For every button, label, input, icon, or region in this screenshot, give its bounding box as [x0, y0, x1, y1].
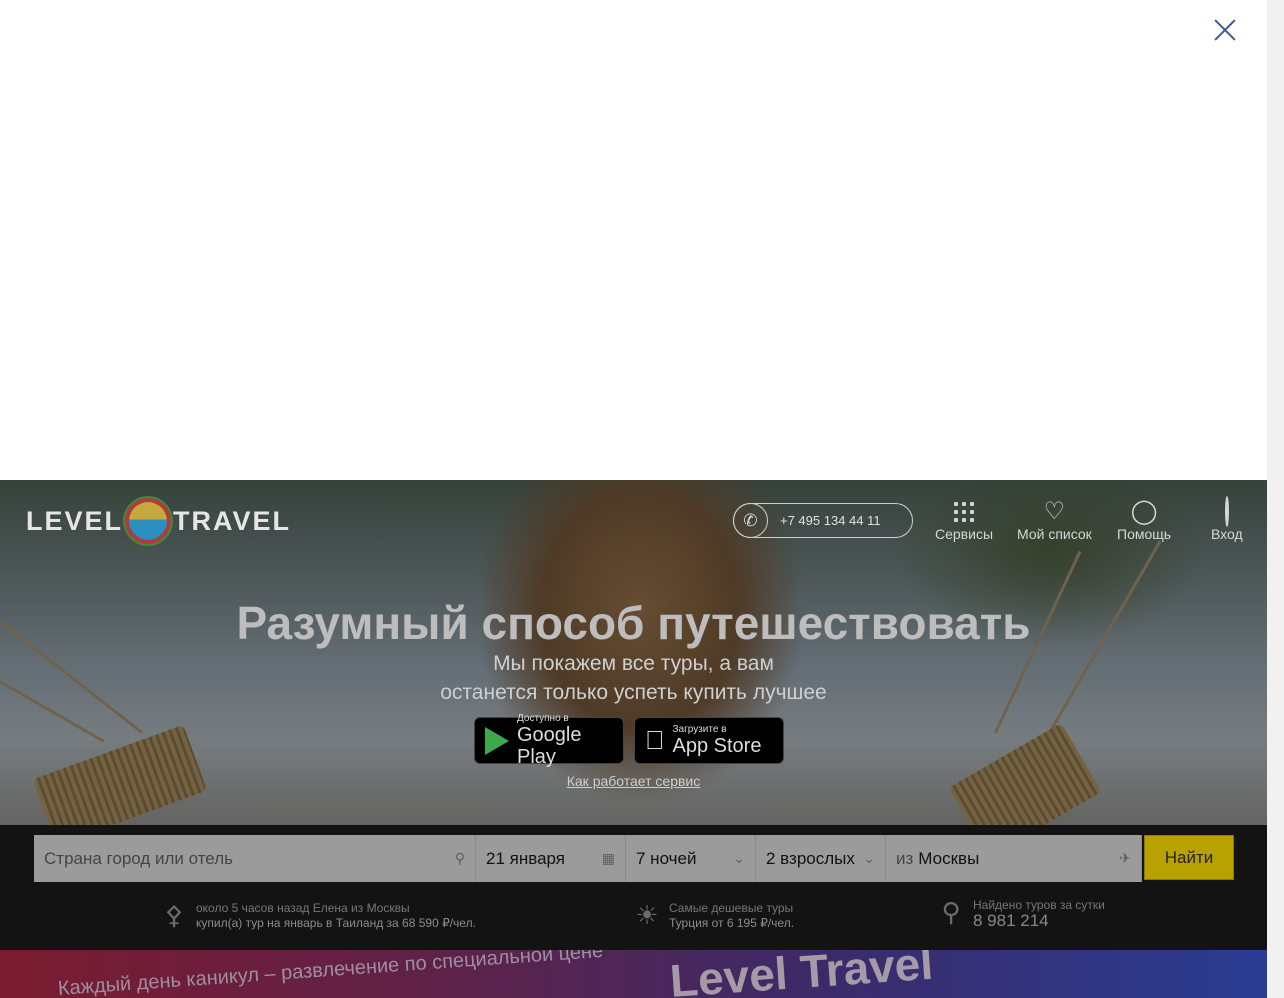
find-button[interactable]: Найти	[1144, 835, 1234, 880]
cheapest-tours-info: ☀ Самые дешевые туры Турция от 6 195 ₽/ч…	[633, 900, 794, 931]
chevron-down-icon: ⌄	[863, 850, 875, 866]
phone-button[interactable]: ✆ +7 495 134 44 11	[733, 503, 913, 538]
phone-icon: ✆	[733, 503, 768, 538]
hero-subtitle-line1: Мы покажем все туры, а вам	[493, 652, 774, 675]
modal-overlay-blank	[0, 0, 1267, 480]
nav-my-list-label: Мой список	[1017, 526, 1092, 542]
google-play-small: Доступно в	[517, 713, 569, 724]
travelers-value: 2 взрослых	[766, 848, 855, 868]
app-store-big: App Store	[653, 735, 762, 757]
google-play-icon	[485, 726, 509, 755]
nav-help[interactable]: ◯ Помощь	[1117, 498, 1171, 542]
page: LEVEL TRAVEL ✆ +7 495 134 44 11 Сервисы …	[0, 0, 1284, 998]
promo-text-left: Каждый день каникул – развлечение по спе…	[57, 950, 604, 998]
scrollbar[interactable]	[1267, 0, 1284, 998]
search-icon: ⚲	[454, 850, 465, 866]
promo-text-a: Каждый день каникул –	[57, 962, 277, 998]
user-icon	[1224, 496, 1229, 527]
magnifier-icon: ⚲	[941, 897, 961, 927]
promo-banner[interactable]: Каждый день каникул – развлечение по спе…	[0, 950, 1267, 998]
logo-text-left: LEVEL	[26, 505, 124, 536]
travelers-select[interactable]: 2 взрослых ⌄	[756, 835, 886, 882]
search-form: Страна город или отель ⚲ 21 января ▦ 7 н…	[34, 835, 1234, 882]
recent-line1: около 5 часов назад Елена из Москвы	[196, 900, 410, 915]
heart-icon: ♡	[1043, 498, 1066, 525]
lightbulb-icon: ◯	[1130, 498, 1158, 525]
calendar-icon: ▦	[601, 850, 615, 866]
search-panel: Страна город или отель ⚲ 21 января ▦ 7 н…	[0, 825, 1267, 950]
logo-text-right: TRAVEL	[173, 505, 292, 536]
departure-city-input[interactable]: из Москвы ✈	[886, 835, 1142, 882]
nav-help-label: Помощь	[1117, 526, 1172, 542]
phone-number: +7 495 134 44 11	[780, 513, 881, 528]
hero-title: Разумный способ путешествовать	[236, 597, 1031, 649]
nav-my-list[interactable]: ♡ Мой список	[1017, 498, 1092, 542]
plane-icon: ✈	[1119, 850, 1131, 866]
nav-login[interactable]: Вход	[1211, 496, 1243, 542]
app-store-small: Загрузите в	[653, 724, 727, 735]
destination-input[interactable]: Страна город или отель ⚲	[34, 835, 476, 882]
grid-icon	[954, 498, 974, 526]
google-play-big: Google Play	[517, 724, 582, 768]
promo-text-b: развлечение по специальной цене	[280, 950, 604, 985]
nav-services[interactable]: Сервисы	[935, 498, 993, 542]
cheapest-line1: Самые дешевые туры	[669, 900, 794, 915]
recent-purchase-info: ⚴ около 5 часов назад Елена из Москвы ку…	[160, 900, 476, 931]
sun-waves-icon: ☀	[635, 900, 659, 930]
destination-placeholder: Страна город или отель	[44, 848, 233, 868]
logo[interactable]: LEVEL TRAVEL	[26, 502, 291, 540]
from-prefix: из	[896, 848, 914, 868]
hero-banner: LEVEL TRAVEL ✆ +7 495 134 44 11 Сервисы …	[0, 480, 1267, 825]
logo-sun-icon	[129, 502, 168, 540]
chevron-down-icon: ⌄	[733, 850, 745, 866]
from-city: Москвы	[918, 848, 980, 868]
date-picker[interactable]: 21 января ▦	[476, 835, 626, 882]
app-store-button[interactable]:  Загрузите в App Store	[634, 717, 784, 764]
hero-subtitle-line2: останется только успеть купить лучшее	[440, 681, 827, 704]
nav-services-label: Сервисы	[935, 526, 994, 542]
nav-login-label: Вход	[1211, 526, 1243, 542]
promo-brand: Level Travel	[668, 950, 935, 998]
found-tours-info: ⚲ Найдено туров за сутки 8 981 214	[937, 897, 1104, 930]
date-value: 21 января	[486, 848, 565, 868]
how-it-works-link[interactable]: Как работает сервис	[0, 773, 1267, 789]
apple-icon: 	[645, 725, 665, 756]
recent-line2: купил(а) тур на январь в Таиланд за 68 5…	[196, 915, 476, 930]
cheapest-line2: Турция от 6 195 ₽/чел.	[669, 915, 795, 930]
nights-select[interactable]: 7 ночей ⌄	[626, 835, 756, 882]
person-icon: ⚴	[164, 900, 184, 930]
google-play-button[interactable]: Доступно в Google Play	[474, 713, 624, 768]
close-icon[interactable]	[1209, 14, 1241, 46]
nights-value: 7 ночей	[636, 848, 697, 868]
found-count: 8 981 214	[973, 910, 1049, 930]
